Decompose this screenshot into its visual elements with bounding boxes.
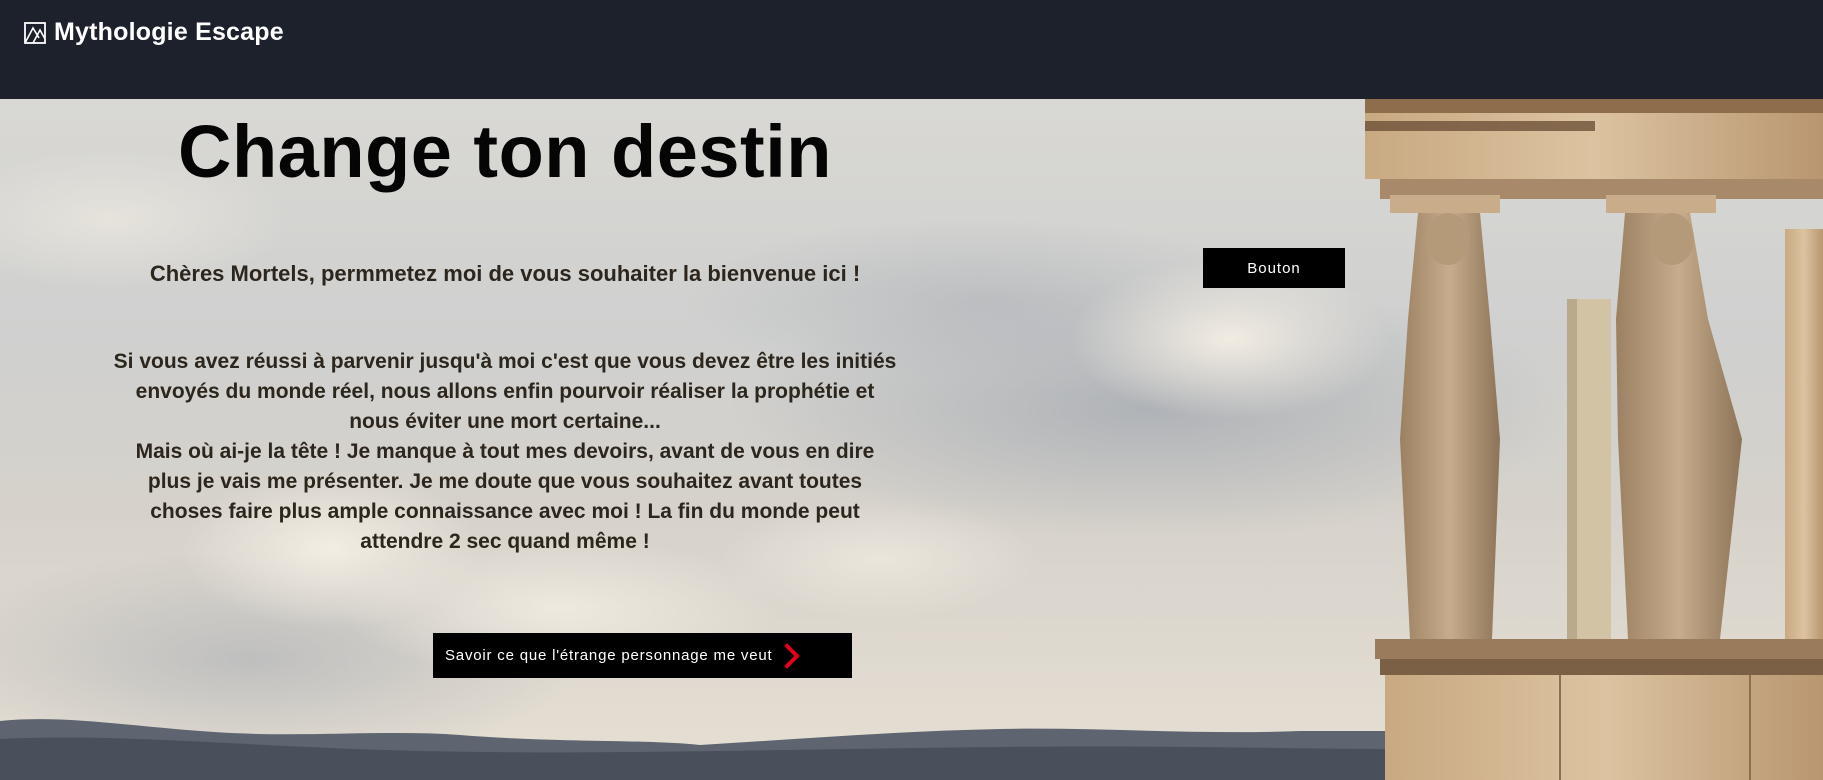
mountain-logo-icon <box>24 21 46 44</box>
hero-intro-text: Chères Mortels, permmetez moi de vous so… <box>149 261 861 286</box>
hero-body-paragraph-1: Si vous avez réussi à parvenir jusqu'à m… <box>113 350 897 433</box>
hero-section: Change ton destin Chères Mortels, permme… <box>0 99 1823 780</box>
cta-label: Savoir ce que l'étrange personnage me ve… <box>445 647 773 664</box>
site-header: Mythologie Escape <box>0 0 1823 99</box>
hero-body-paragraph-2: Mais où ai-je la tête ! Je manque à tout… <box>135 440 875 553</box>
discover-character-button[interactable]: Savoir ce que l'étrange personnage me ve… <box>433 633 852 678</box>
site-logo[interactable]: Mythologie Escape <box>24 18 284 47</box>
generic-button[interactable]: Bouton <box>1203 248 1345 288</box>
chevron-right-icon <box>784 642 801 669</box>
hero-body-text: Si vous avez réussi à parvenir jusqu'à m… <box>112 347 898 557</box>
site-title[interactable]: Mythologie Escape <box>54 18 284 47</box>
hero-title: Change ton destin <box>178 110 832 193</box>
